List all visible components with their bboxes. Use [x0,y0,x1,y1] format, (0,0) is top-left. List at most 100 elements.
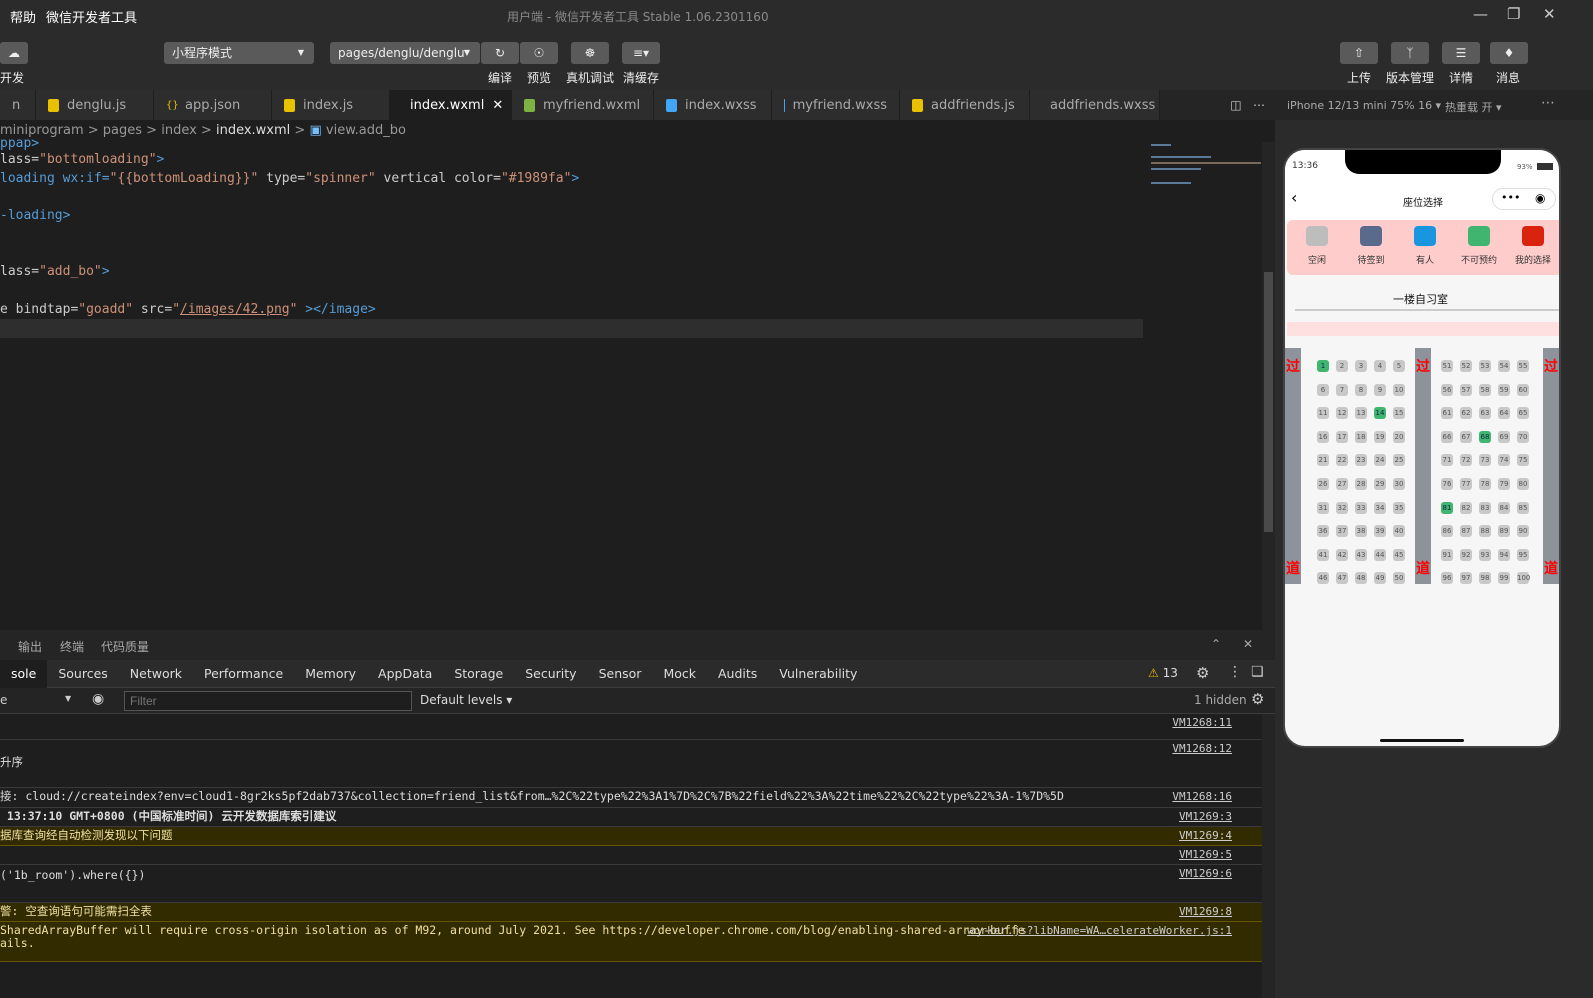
seat-57[interactable]: 57 [1460,383,1472,396]
seat-36[interactable]: 36 [1317,525,1329,538]
seat-28[interactable]: 28 [1355,478,1367,490]
more-vertical-icon[interactable]: ⋮ [1228,664,1242,680]
seat-85[interactable]: 85 [1517,501,1529,514]
seat-30[interactable]: 30 [1393,478,1405,490]
more-dots-icon[interactable]: ••• [1501,191,1520,204]
seat-13[interactable]: 13 [1355,407,1367,420]
seat-27[interactable]: 27 [1336,478,1348,490]
devtools-tab-mock[interactable]: Mock [652,660,707,688]
seat-91[interactable]: 91 [1441,548,1453,561]
seat-16[interactable]: 16 [1317,430,1329,443]
seat-65[interactable]: 65 [1517,407,1529,420]
seat-49[interactable]: 49 [1374,572,1386,585]
seat-62[interactable]: 62 [1460,407,1472,420]
seat-56[interactable]: 56 [1441,383,1453,396]
seat-67[interactable]: 67 [1460,430,1472,443]
tab-index-wxml[interactable]: index.wxml ✕ [390,90,512,120]
seat-88[interactable]: 88 [1479,525,1491,538]
devtools-tab-memory[interactable]: Memory [294,660,367,688]
source-link[interactable]: VM1268:16 [1172,790,1232,803]
seat-10[interactable]: 10 [1393,383,1405,396]
seat-76[interactable]: 76 [1441,478,1453,490]
devtools-tab-sources[interactable]: Sources [47,660,118,688]
seat-86[interactable]: 86 [1441,525,1453,538]
seat-25[interactable]: 25 [1393,454,1405,467]
menu-app[interactable]: 微信开发者工具 [46,11,137,26]
messages-button[interactable]: ♦ [1490,42,1528,64]
seat-60[interactable]: 60 [1517,383,1529,396]
source-link[interactable]: VM1269:4 [1179,829,1232,842]
seat-92[interactable]: 92 [1460,548,1472,561]
crumb-element[interactable]: view.add_bo [326,123,406,138]
seat-42[interactable]: 42 [1336,548,1348,561]
preview-button[interactable]: ☉ [520,42,558,64]
seat-33[interactable]: 33 [1355,501,1367,514]
seat-38[interactable]: 38 [1355,525,1367,538]
tab-index-wxss[interactable]: index.wxss [654,90,772,120]
seat-99[interactable]: 99 [1498,572,1510,585]
seat-46[interactable]: 46 [1317,572,1329,585]
seat-40[interactable]: 40 [1393,525,1405,538]
tab-n[interactable]: n [0,90,36,120]
devtools-tab-network[interactable]: Network [119,660,193,688]
more-icon[interactable]: ⋯ [1253,98,1265,112]
crumb-file[interactable]: index.wxml [216,123,290,138]
seat-29[interactable]: 29 [1374,478,1386,490]
source-link[interactable]: VM1268:11 [1172,716,1232,729]
settings-icon[interactable]: ⚙ [1196,664,1209,682]
restore-icon[interactable]: ❐ [1507,5,1520,23]
devtools-tab-sensor[interactable]: Sensor [588,660,653,688]
source-link[interactable]: VM1269:8 [1179,905,1232,918]
seat-82[interactable]: 82 [1460,501,1472,514]
remote-debug-button[interactable]: ☸ [571,42,609,64]
seat-75[interactable]: 75 [1517,454,1529,467]
seat-22[interactable]: 22 [1336,454,1348,467]
seat-12[interactable]: 12 [1336,407,1348,420]
filter-input[interactable] [124,691,412,711]
seat-9[interactable]: 9 [1374,383,1386,396]
tab-output[interactable]: 输出 [18,638,42,655]
back-icon[interactable]: ‹ [1291,188,1297,207]
close-miniapp-icon[interactable]: ◉ [1535,191,1545,205]
tab-app-json[interactable]: {} app.json [154,90,272,120]
seat-21[interactable]: 21 [1317,454,1329,467]
seat-7[interactable]: 7 [1336,383,1348,396]
seat-2[interactable]: 2 [1336,360,1348,372]
seat-3[interactable]: 3 [1355,360,1367,372]
devtools-tab-appdata[interactable]: AppData [367,660,443,688]
seat-6[interactable]: 6 [1317,383,1329,396]
levels-select[interactable]: Default levels ▾ [420,693,512,707]
tab-addfriends-js[interactable]: addfriends.js [900,90,1030,120]
seat-63[interactable]: 63 [1479,407,1491,420]
console-settings-icon[interactable]: ⚙ [1251,690,1264,708]
seat-89[interactable]: 89 [1498,525,1510,538]
seat-61[interactable]: 61 [1441,407,1453,420]
devtools-tab-vulnerability[interactable]: Vulnerability [768,660,868,688]
context-select[interactable]: e [0,693,7,707]
crumb-index[interactable]: index [161,123,197,138]
upload-button[interactable]: ⇧ [1340,42,1378,64]
source-link[interactable]: VM1269:5 [1179,848,1232,861]
devtools-tab-audits[interactable]: Audits [707,660,768,688]
crumb-pages[interactable]: pages [103,123,142,138]
seat-78[interactable]: 78 [1479,478,1491,490]
compile-button[interactable]: ↻ [481,42,519,64]
seat-81[interactable]: 81 [1441,501,1453,514]
undock-icon[interactable]: ❏ [1251,664,1264,680]
seat-95[interactable]: 95 [1517,548,1529,561]
seat-100[interactable]: 100 [1517,572,1530,585]
details-button[interactable]: ☰ [1442,42,1480,64]
seat-72[interactable]: 72 [1460,454,1472,467]
seat-37[interactable]: 37 [1336,525,1348,538]
seat-59[interactable]: 59 [1498,383,1510,396]
seat-68[interactable]: 68 [1479,430,1491,443]
seat-31[interactable]: 31 [1317,501,1329,514]
seat-53[interactable]: 53 [1479,360,1491,372]
tab-myfriend-wxss[interactable]: myfriend.wxss [772,90,900,120]
seat-52[interactable]: 52 [1460,360,1472,372]
seat-77[interactable]: 77 [1460,478,1472,490]
split-editor-icon[interactable]: ◫ [1230,98,1241,112]
scroll-thumb[interactable] [1264,272,1273,532]
mode-select[interactable]: 小程序模式 ▼ [164,42,314,64]
minimize-icon[interactable]: — [1473,5,1488,23]
